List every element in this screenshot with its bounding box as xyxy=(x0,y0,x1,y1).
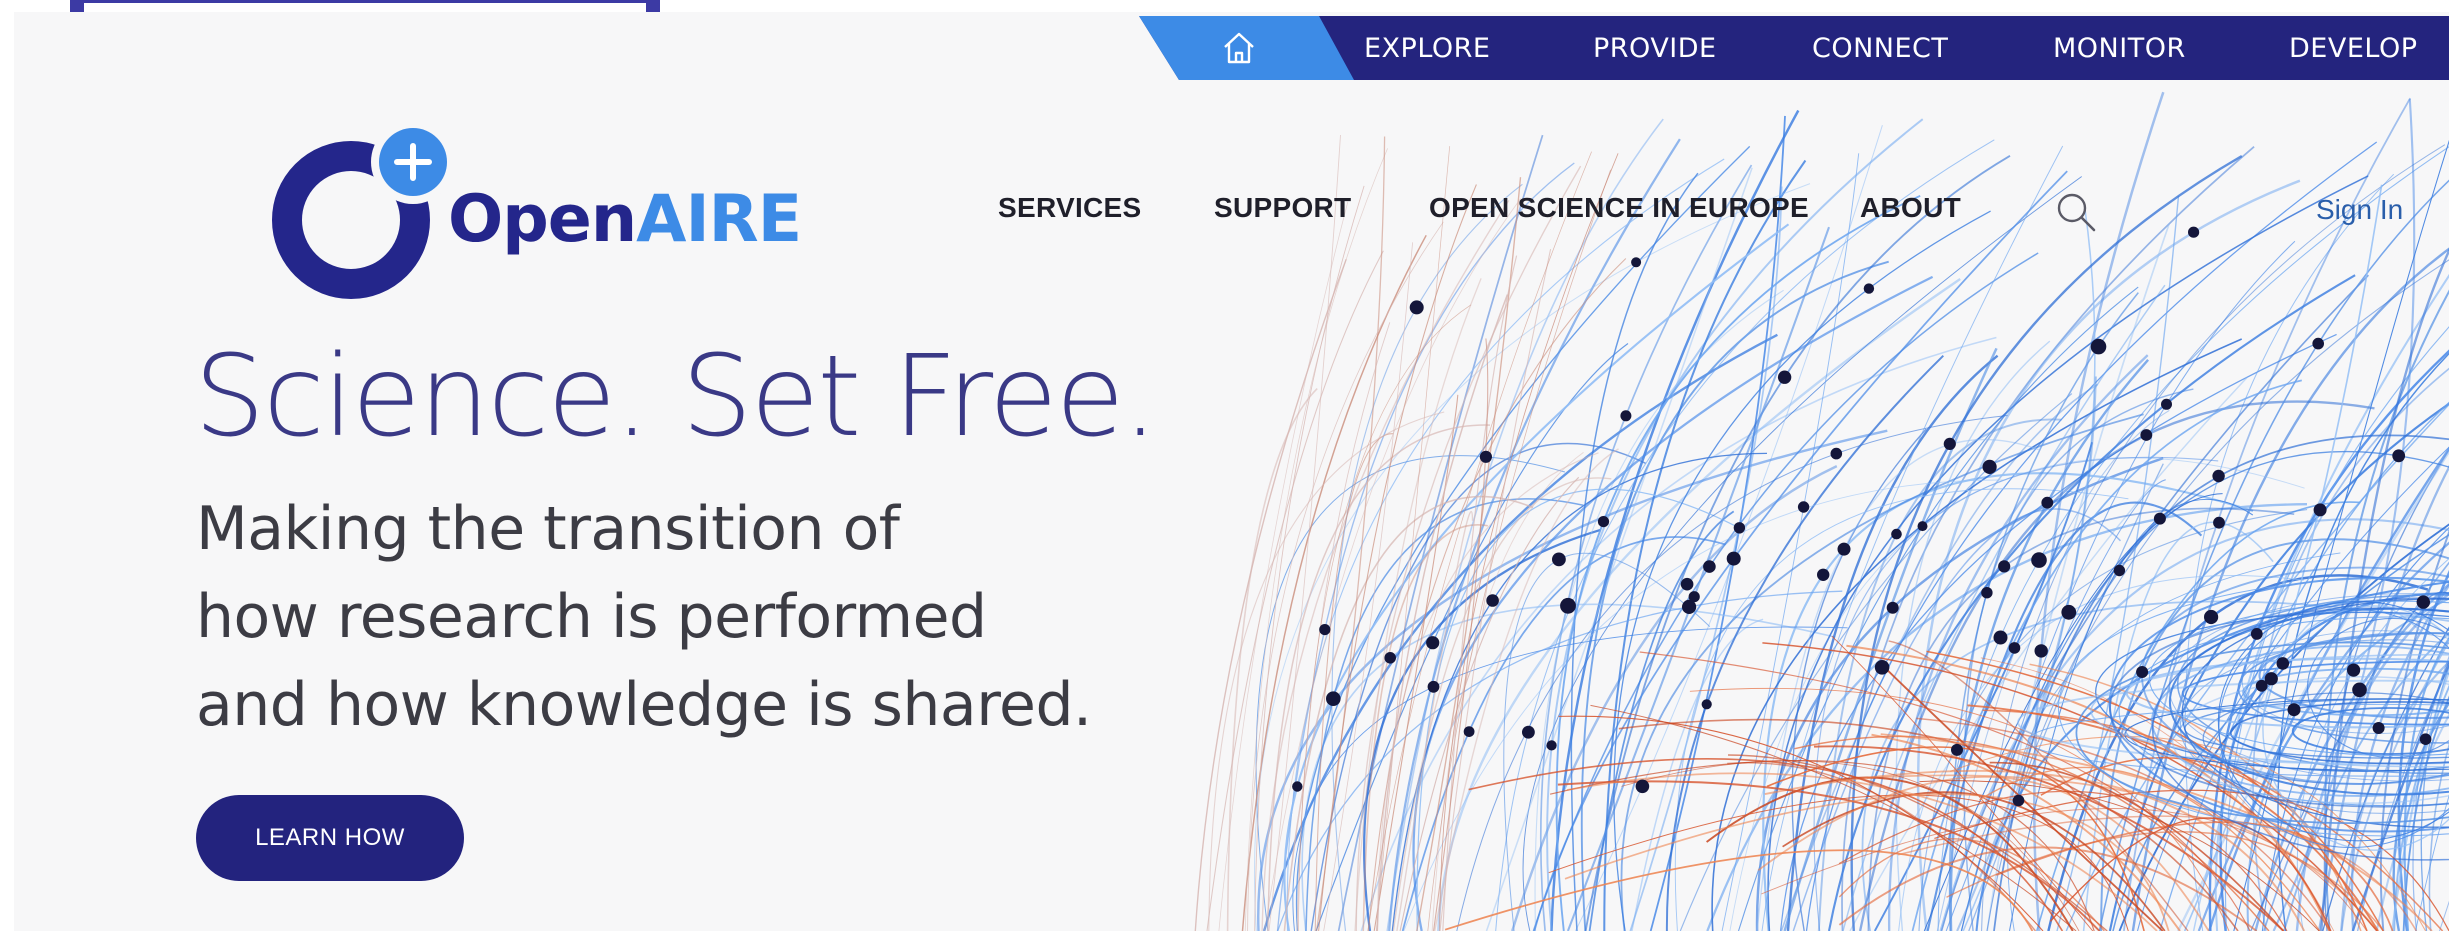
logo-wordmark-aire: AIRE xyxy=(636,182,802,257)
nav-support[interactable]: SUPPORT xyxy=(1214,192,1351,224)
window-fragment xyxy=(70,0,84,12)
window-fragment xyxy=(646,0,660,12)
nav-open-science-in-europe[interactable]: OPEN SCIENCE IN EUROPE xyxy=(1429,192,1809,224)
top-nav-connect[interactable]: CONNECT xyxy=(1812,16,1948,80)
openaire-logo-wordmark[interactable]: OpenAIRE xyxy=(448,182,802,257)
hero-subtitle-line: Making the transition of xyxy=(196,494,900,564)
window-fragment-bar xyxy=(70,0,660,3)
top-nav-provide[interactable]: PROVIDE xyxy=(1593,16,1717,80)
sign-in-link[interactable]: Sign In xyxy=(2316,194,2403,226)
window-left-edge xyxy=(0,0,14,931)
home-button[interactable] xyxy=(1179,16,1299,80)
nav-services[interactable]: SERVICES xyxy=(998,192,1142,224)
home-icon xyxy=(1224,32,1254,64)
top-nav-explore[interactable]: EXPLORE xyxy=(1364,16,1491,80)
top-navigation-bar: EXPLORE PROVIDE CONNECT MONITOR DEVELOP xyxy=(1139,16,2449,80)
top-nav-monitor[interactable]: MONITOR xyxy=(2053,16,2186,80)
nav-about[interactable]: ABOUT xyxy=(1860,192,1961,224)
top-bar-background xyxy=(1139,16,2449,80)
logo-wordmark-open: Open xyxy=(448,182,637,257)
hero-subtitle-line: how research is performed xyxy=(196,582,987,652)
page: EXPLORE PROVIDE CONNECT MONITOR DEVELOP … xyxy=(14,12,2449,931)
hero-subtitle-line: and how knowledge is shared. xyxy=(196,670,1092,740)
top-nav-develop[interactable]: DEVELOP xyxy=(2289,16,2418,80)
search-icon[interactable] xyxy=(2054,190,2098,234)
hero-headline: Science. Set Free. xyxy=(194,332,1158,462)
openaire-logo-mark[interactable] xyxy=(266,120,466,320)
learn-how-button[interactable]: LEARN HOW xyxy=(196,795,464,881)
